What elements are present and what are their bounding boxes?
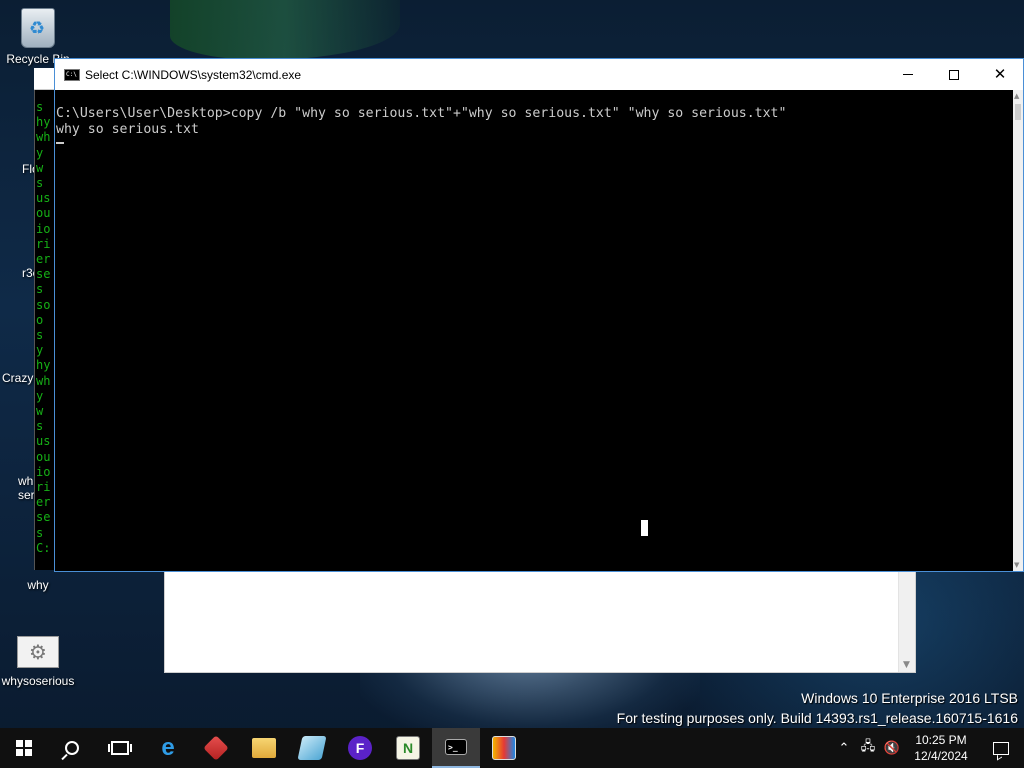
cmd-titlebar[interactable]: Select C:\WINDOWS\system32\cmd.exe ✕: [55, 59, 1023, 90]
task-view-button[interactable]: [96, 728, 144, 768]
internet-explorer-icon: e: [161, 734, 175, 761]
wallpaper-hair: [170, 0, 400, 60]
floorp-icon: F: [348, 736, 372, 760]
background-notepad-window[interactable]: ▼: [164, 565, 916, 673]
desktop-icon-label: why: [27, 578, 49, 592]
taskbar-floorp[interactable]: F: [336, 728, 384, 768]
volume-button[interactable]: 🔇: [880, 728, 904, 768]
desktop-icon-label: whysoserious: [1, 674, 75, 688]
start-button[interactable]: [0, 728, 48, 768]
gear-file-icon: ⚙: [17, 636, 59, 668]
system-tray: ⌃ 🖧 🔇 10:25 PM 12/4/2024: [832, 728, 1024, 768]
build-watermark: For testing purposes only. Build 14393.r…: [616, 710, 1018, 726]
scroll-down-icon[interactable]: ▼: [903, 660, 910, 670]
clock[interactable]: 10:25 PM 12/4/2024: [904, 732, 978, 764]
chevron-up-icon: ⌃: [838, 740, 850, 756]
maximize-icon: [949, 69, 959, 80]
cmd-scrollbar[interactable]: ▲ ▼: [1013, 90, 1023, 571]
window-title: Select C:\WINDOWS\system32\cmd.exe: [85, 67, 302, 82]
minimize-icon: [903, 74, 913, 75]
taskbar: e F N >_ ⌃ 🖧 🔇 10:25 PM 12/4/2024: [0, 728, 1024, 768]
window-controls: ✕: [885, 59, 1023, 90]
close-button[interactable]: ✕: [977, 59, 1023, 90]
windows-logo-icon: [16, 740, 32, 756]
desktop-icon-why[interactable]: why: [0, 578, 76, 592]
maximize-button[interactable]: [931, 59, 977, 90]
network-button[interactable]: 🖧: [856, 728, 880, 768]
search-button[interactable]: [48, 728, 96, 768]
close-icon: ✕: [993, 65, 1007, 83]
notepad-scrollbar[interactable]: ▼: [898, 566, 915, 672]
console-output[interactable]: C:\Users\User\Desktop>copy /b "why so se…: [55, 90, 1013, 571]
edition-watermark: Windows 10 Enterprise 2016 LTSB: [801, 690, 1018, 706]
text-cursor: [56, 142, 64, 144]
taskbar-notepad-plus-plus[interactable]: N: [384, 728, 432, 768]
taskbar-command-prompt[interactable]: >_: [432, 728, 480, 768]
red-app-icon: [203, 735, 229, 761]
folder-icon: [252, 738, 276, 758]
volume-muted-icon: 🔇: [883, 740, 901, 756]
taskbar-file-explorer[interactable]: [240, 728, 288, 768]
recycle-bin-icon: [21, 8, 55, 48]
mouse-cursor-icon: [641, 520, 648, 536]
minimize-button[interactable]: [885, 59, 931, 90]
notepad-plus-plus-icon: N: [396, 736, 420, 760]
clock-time: 10:25 PM: [915, 733, 967, 747]
console-line: why so serious.txt: [56, 122, 199, 137]
network-icon: 🖧: [860, 739, 876, 754]
search-icon: [65, 741, 79, 755]
task-view-icon: [108, 741, 132, 755]
taskbar-internet-explorer[interactable]: e: [144, 728, 192, 768]
scroll-up-icon[interactable]: ▲: [1014, 92, 1019, 100]
taskbar-color-app[interactable]: [480, 728, 528, 768]
color-app-icon: [492, 736, 516, 760]
action-center-button[interactable]: [978, 728, 1024, 768]
clock-date: 12/4/2024: [914, 749, 968, 763]
desktop-icon-whysoserious[interactable]: ⚙ whysoserious: [0, 636, 76, 688]
taskbar-crazy-app[interactable]: [288, 728, 336, 768]
cmd-window[interactable]: Select C:\WINDOWS\system32\cmd.exe ✕ C:\…: [54, 58, 1024, 572]
scroll-down-icon[interactable]: ▼: [1014, 561, 1019, 569]
command-prompt-icon: >_: [445, 739, 467, 755]
show-hidden-icons-button[interactable]: ⌃: [832, 728, 856, 768]
taskbar-red-app[interactable]: [192, 728, 240, 768]
scrollbar-thumb[interactable]: [1015, 104, 1021, 120]
crazy-app-icon: [297, 736, 327, 760]
console-line: C:\Users\User\Desktop>copy /b "why so se…: [56, 106, 787, 121]
notification-icon: [993, 741, 1009, 755]
cmd-app-icon[interactable]: [64, 68, 80, 81]
